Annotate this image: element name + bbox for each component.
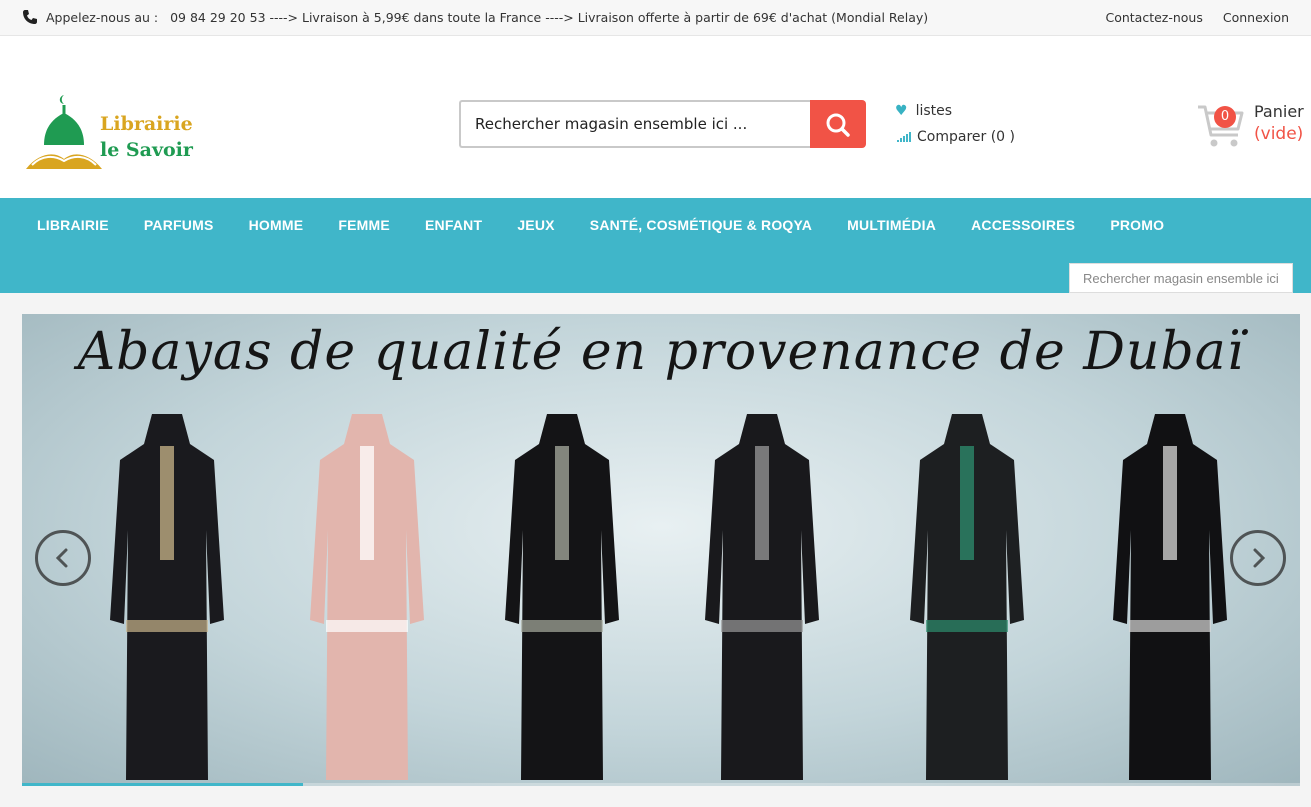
main-nav: LIBRAIRIE PARFUMS HOMME FEMME ENFANT JEU… <box>0 198 1311 293</box>
abaya-figure <box>705 414 819 780</box>
nav-item-librairie[interactable]: LIBRAIRIE <box>37 217 109 233</box>
abaya-figure <box>505 414 619 780</box>
hero-slider[interactable]: Abayas de qualité en provenance de Dubaï <box>22 314 1300 786</box>
top-links: Contactez-nous Connexion <box>1089 10 1289 25</box>
compare-label: Comparer (0 ) <box>917 129 1015 145</box>
abaya-figure <box>910 414 1024 780</box>
slider-next-button[interactable] <box>1230 530 1286 586</box>
heart-icon: ♥ <box>895 103 908 119</box>
announcement: Appelez-nous au : 09 84 29 20 53 ----> Li… <box>46 10 928 25</box>
cart-status[interactable]: (vide) <box>1254 124 1303 144</box>
nav-item-multimedia[interactable]: MULTIMÉDIA <box>847 217 936 233</box>
abaya-figure <box>110 414 224 780</box>
nav-item-accessoires[interactable]: ACCESSOIRES <box>971 217 1075 233</box>
nav-menu: LIBRAIRIE PARFUMS HOMME FEMME ENFANT JEU… <box>22 215 1179 234</box>
wishlist-label: listes <box>915 103 953 119</box>
nav-item-femme[interactable]: FEMME <box>338 217 390 233</box>
signal-bars-icon <box>897 132 911 142</box>
contact-link[interactable]: Contactez-nous <box>1105 10 1202 25</box>
nav-item-jeux[interactable]: JEUX <box>517 217 554 233</box>
main-content: Abayas de qualité en provenance de Dubaï <box>0 293 1311 807</box>
nav-item-enfant[interactable]: ENFANT <box>425 217 482 233</box>
slider-progress-fill <box>22 783 304 786</box>
logo-line1: Librairie <box>100 113 193 135</box>
announce-text: 09 84 29 20 53 ----> Livraison à 5,99€ d… <box>170 10 929 25</box>
nav-item-parfums[interactable]: PARFUMS <box>144 217 214 233</box>
abaya-figure <box>1113 414 1227 780</box>
nav-item-sante[interactable]: SANTÉ, COSMÉTIQUE & ROQYA <box>590 217 812 233</box>
slider-progress-track <box>22 783 1300 786</box>
nav-search-input[interactable] <box>1069 263 1293 293</box>
compare-link[interactable]: Comparer (0 ) <box>897 129 1015 145</box>
nav-item-promo[interactable]: PROMO <box>1110 217 1164 233</box>
logo-line2: le Savoir <box>100 139 193 161</box>
phone-icon <box>23 10 37 24</box>
cart-label[interactable]: Panier <box>1254 102 1304 121</box>
cart-count-badge: 0 <box>1214 106 1236 128</box>
chevron-right-icon <box>1253 548 1266 568</box>
header: Librairie le Savoir ♥ listes Comparer (0 … <box>0 37 1311 198</box>
search-box <box>459 100 866 148</box>
search-button[interactable] <box>810 100 866 148</box>
abaya-figure <box>310 414 424 780</box>
top-bar: Appelez-nous au : 09 84 29 20 53 ----> Li… <box>0 0 1311 36</box>
search-input[interactable] <box>459 100 811 148</box>
nav-item-homme[interactable]: HOMME <box>249 217 304 233</box>
search-icon <box>826 113 850 137</box>
announce-label: Appelez-nous au : <box>46 10 159 25</box>
slider-prev-button[interactable] <box>35 530 91 586</box>
slider-title: Abayas de qualité en provenance de Dubaï <box>77 322 1245 382</box>
wishlist-link[interactable]: ♥ listes <box>895 103 952 119</box>
logo-text[interactable]: Librairie le Savoir <box>100 111 193 163</box>
login-link[interactable]: Connexion <box>1223 10 1289 25</box>
chevron-left-icon <box>55 548 68 568</box>
